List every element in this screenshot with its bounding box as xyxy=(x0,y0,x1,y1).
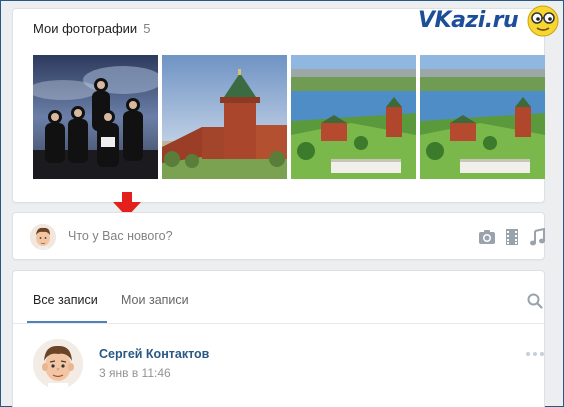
wall-feed: Все записи Мои записи Сергей Контактов 3… xyxy=(12,270,545,407)
photo-thumb-river-2[interactable] xyxy=(420,55,545,179)
film-icon[interactable] xyxy=(502,227,522,247)
photos-header[interactable]: Мои фотографии 5 xyxy=(33,21,150,36)
smiley-glasses-icon xyxy=(527,5,559,37)
post-date[interactable]: 3 янв в 11:46 xyxy=(99,366,171,380)
avatar-face-icon xyxy=(33,339,83,389)
tab-my-posts[interactable]: Мои записи xyxy=(121,293,189,307)
photo-thumb-kremlin[interactable] xyxy=(162,55,287,179)
photos-count: 5 xyxy=(143,21,151,36)
photo-thumb-river-1[interactable] xyxy=(291,55,416,179)
composer-placeholder[interactable]: Что у Вас нового? xyxy=(68,229,173,243)
search-icon[interactable] xyxy=(527,293,543,309)
site-logo: VKazi.ru xyxy=(418,4,564,38)
tabs-divider xyxy=(13,323,544,324)
music-icon[interactable] xyxy=(527,227,547,247)
logo-text: VKazi.ru xyxy=(418,8,519,33)
more-options-icon[interactable] xyxy=(525,351,545,357)
tab-all-posts[interactable]: Все записи xyxy=(33,293,98,307)
kremlin-tower-photo-icon xyxy=(162,55,287,179)
user-avatar-small[interactable] xyxy=(30,224,56,250)
photos-title[interactable]: Мои фотографии xyxy=(33,21,137,36)
band-photo-icon xyxy=(33,55,158,179)
river-city-photo-icon xyxy=(420,55,545,179)
camera-icon[interactable] xyxy=(477,227,497,247)
post-author-avatar[interactable] xyxy=(33,339,83,389)
avatar-face-icon xyxy=(30,224,56,250)
post-composer[interactable]: Что у Вас нового? xyxy=(12,212,545,260)
post-author-name[interactable]: Сергей Контактов xyxy=(99,347,209,361)
river-city-photo-icon xyxy=(291,55,416,179)
photo-thumb-band[interactable] xyxy=(33,55,158,179)
